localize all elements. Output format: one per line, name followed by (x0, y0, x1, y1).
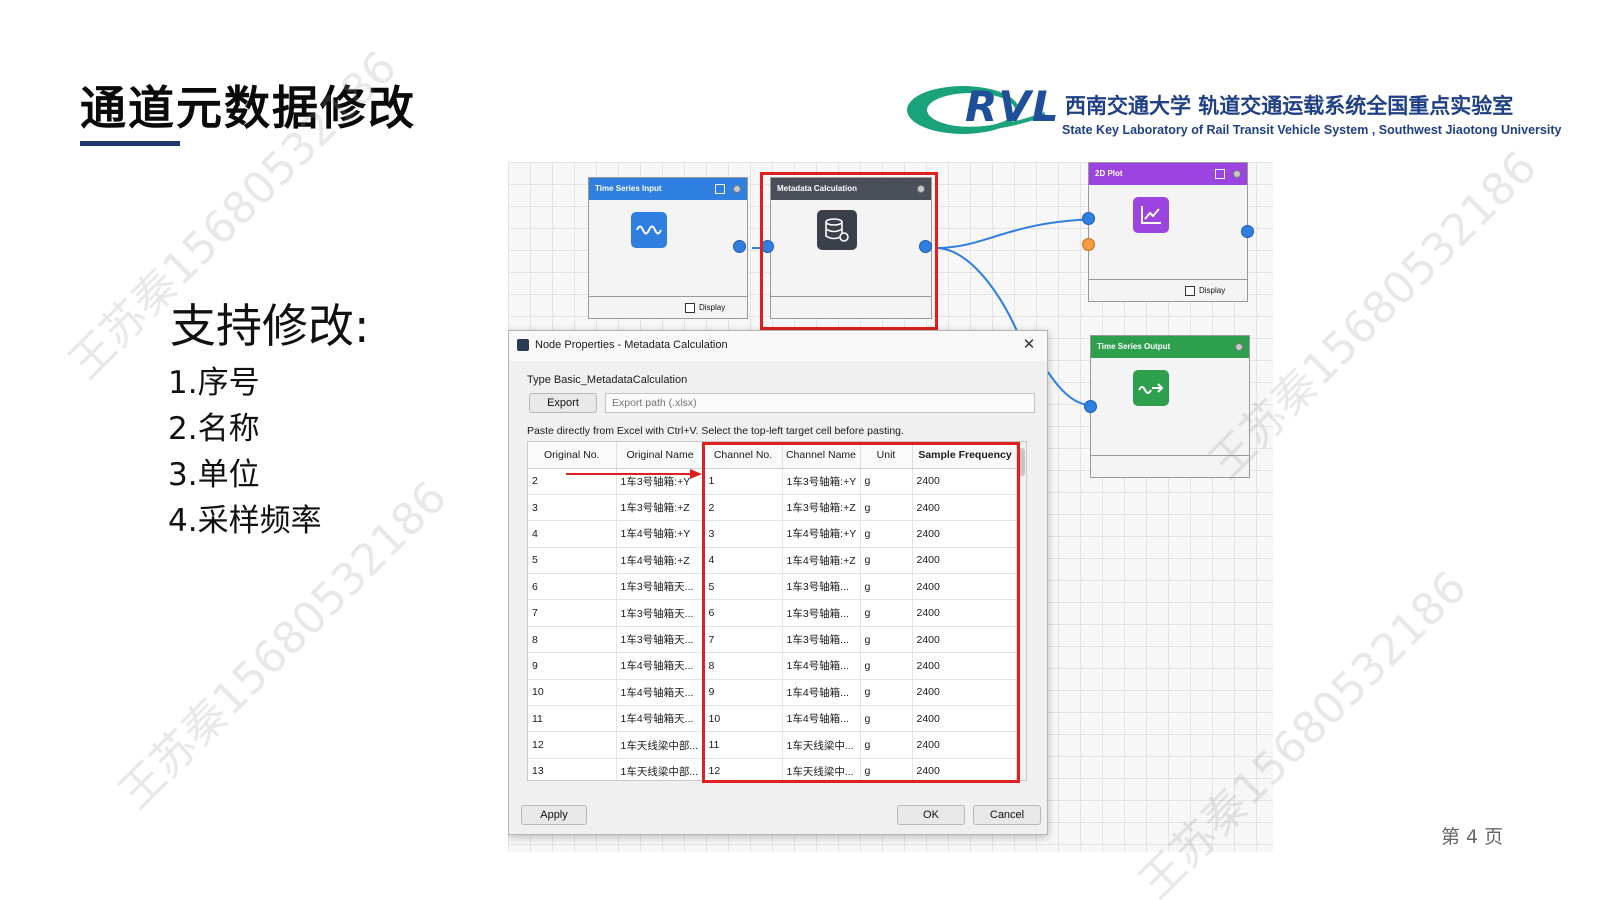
feature-item: 3.单位 (168, 457, 260, 493)
type-label: Type Basic_MetadataCalculation (527, 374, 688, 386)
node-footer: Display (1089, 279, 1247, 301)
table-cell[interactable]: 1车4号轴箱天... (616, 705, 705, 733)
status-dot-icon (1235, 343, 1243, 351)
display-checkbox[interactable] (685, 303, 695, 313)
lab-logo: RVL 西南交通大学 轨道交通运载系统全国重点实验室 State Key Lab… (905, 76, 1565, 146)
apply-button[interactable]: Apply (521, 805, 587, 825)
dialog-titlebar: Node Properties - Metadata Calculation ✕ (509, 331, 1047, 361)
table-cell[interactable]: 7 (528, 599, 617, 627)
waveform-icon (631, 212, 667, 248)
table-cell[interactable]: 1车3号轴箱天... (616, 599, 705, 627)
export-path-input[interactable] (605, 393, 1035, 413)
table-cell[interactable]: 5 (528, 547, 617, 575)
display-label: Display (1199, 286, 1226, 295)
table-cell[interactable]: 3 (528, 494, 617, 522)
dialog-title: Node Properties - Metadata Calculation (535, 339, 728, 351)
table-cell[interactable]: 11 (528, 705, 617, 733)
expand-icon[interactable] (715, 184, 725, 194)
column-header-original-no[interactable]: Original No. (528, 442, 617, 469)
node-header: 2D Plot (1089, 163, 1247, 185)
column-header-original-name[interactable]: Original Name (616, 442, 705, 469)
table-cell[interactable]: 1车4号轴箱:+Y (616, 520, 705, 548)
display-checkbox[interactable] (1185, 286, 1195, 296)
support-heading: 支持修改: (170, 299, 370, 353)
node-2d-plot[interactable]: 2D Plot Display (1088, 162, 1248, 302)
table-cell[interactable]: 1车天线梁中部... (616, 731, 705, 759)
table-cell[interactable]: 1车3号轴箱:+Z (616, 494, 705, 522)
table-cell[interactable]: 13 (528, 758, 617, 780)
table-cell[interactable]: 1车3号轴箱天... (616, 573, 705, 601)
red-arrow-icon (566, 469, 702, 479)
export-button[interactable]: Export (529, 393, 597, 413)
table-cell[interactable]: 1车4号轴箱天... (616, 652, 705, 680)
table-cell[interactable]: 8 (528, 626, 617, 654)
waveform-arrow-icon (1133, 370, 1169, 406)
node-title: Time Series Output (1097, 342, 1171, 351)
ok-button[interactable]: OK (897, 805, 965, 825)
table-cell[interactable]: 12 (528, 731, 617, 759)
node-title: 2D Plot (1095, 169, 1123, 178)
table-cell[interactable]: 6 (528, 573, 617, 601)
display-label: Display (699, 303, 726, 312)
table-cell[interactable]: 1车3号轴箱天... (616, 626, 705, 654)
feature-item: 4.采样频率 (168, 503, 322, 539)
logo-abbr: RVL (965, 82, 1060, 131)
node-footer (1091, 455, 1249, 477)
status-dot-icon (1233, 170, 1241, 178)
line-chart-icon (1133, 197, 1169, 233)
table-cell[interactable]: 1车4号轴箱天... (616, 679, 705, 707)
node-title: Time Series Input (595, 184, 662, 193)
wire-metadata-to-plot (935, 218, 1105, 249)
highlight-box-editable-columns (702, 442, 1020, 783)
node-time-series-output[interactable]: Time Series Output (1090, 335, 1250, 478)
feature-item: 2.名称 (168, 411, 260, 447)
feature-list: 1.序号 2.名称 3.单位 4.采样频率 (168, 360, 322, 544)
paste-hint: Paste directly from Excel with Ctrl+V. S… (527, 425, 904, 437)
logo-name-cn: 西南交通大学 轨道交通运载系统全国重点实验室 (1065, 94, 1514, 118)
close-icon[interactable]: ✕ (1019, 335, 1039, 355)
slide-title: 通道元数据修改 (80, 81, 416, 135)
table-cell[interactable]: 9 (528, 652, 617, 680)
app-icon (517, 339, 529, 351)
table-cell[interactable]: 1车天线梁中部... (616, 758, 705, 780)
input-port[interactable] (1084, 400, 1097, 413)
table-cell[interactable]: 4 (528, 520, 617, 548)
output-port[interactable] (1241, 225, 1254, 238)
input-port-secondary[interactable] (1082, 238, 1095, 251)
output-port[interactable] (733, 240, 746, 253)
cancel-button[interactable]: Cancel (973, 805, 1041, 825)
feature-item: 1.序号 (168, 365, 260, 401)
logo-name-en: State Key Laboratory of Rail Transit Veh… (1062, 123, 1562, 137)
node-footer: Display (589, 296, 747, 318)
node-header: Time Series Output (1091, 336, 1249, 358)
node-time-series-input[interactable]: Time Series Input Display (588, 177, 748, 319)
node-header: Time Series Input (589, 178, 747, 200)
table-cell[interactable]: 1车4号轴箱:+Z (616, 547, 705, 575)
table-cell[interactable]: 10 (528, 679, 617, 707)
highlight-box-node (760, 172, 938, 330)
status-dot-icon (733, 185, 741, 193)
title-underline (80, 141, 180, 146)
expand-icon[interactable] (1215, 169, 1225, 179)
input-port[interactable] (1082, 212, 1095, 225)
node-editor-canvas: Time Series Input Display Metadata Calcu… (508, 162, 1273, 852)
page-number: 第 4 页 (1441, 826, 1504, 848)
